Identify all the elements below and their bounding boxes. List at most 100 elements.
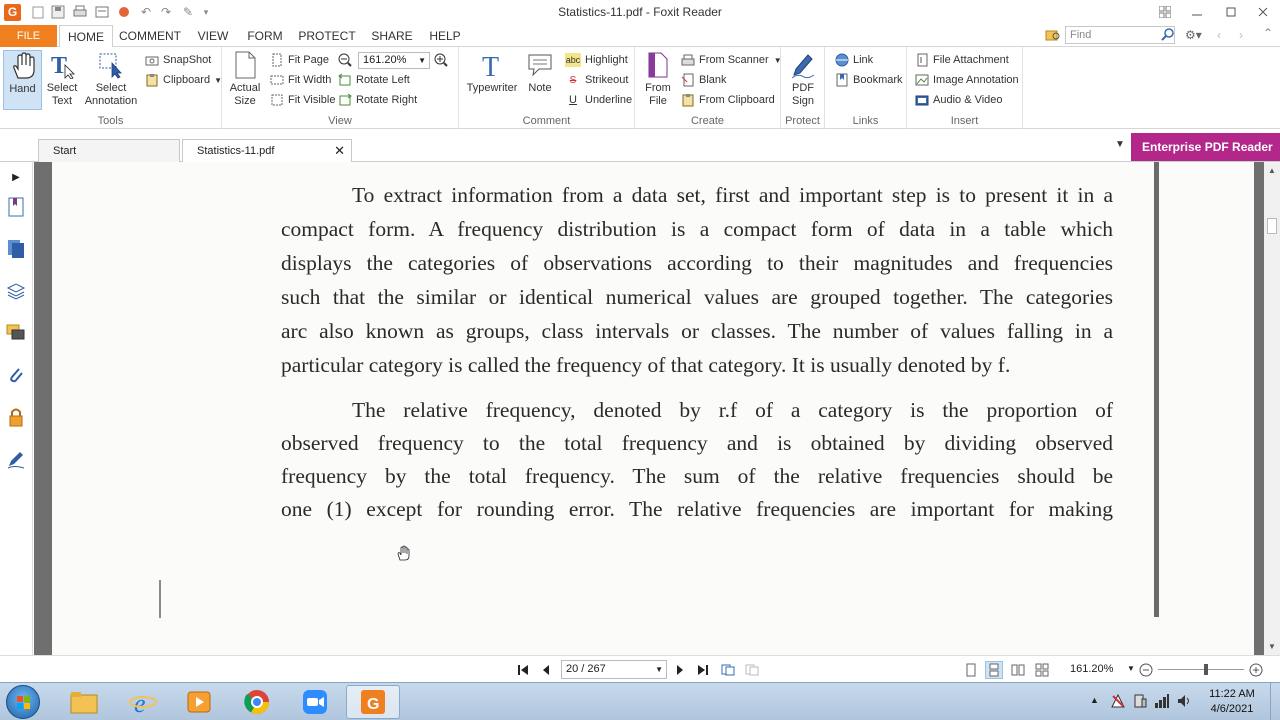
tab-start[interactable]: Start: [38, 139, 180, 162]
zoom-select[interactable]: 161.20% ▼: [358, 52, 430, 69]
settings-icon[interactable]: ⚙▾: [1185, 28, 1207, 42]
facing-view-icon[interactable]: [1009, 661, 1027, 679]
layout-icon[interactable]: [1150, 2, 1180, 22]
select-text-button[interactable]: T Select Text: [44, 50, 80, 108]
actual-size-button[interactable]: Actual Size: [228, 50, 262, 108]
taskbar-media-player[interactable]: [172, 685, 226, 719]
zoom-slider[interactable]: [1158, 669, 1244, 670]
link-button[interactable]: Link: [835, 51, 873, 69]
snapshot-button[interactable]: SnapShot: [145, 51, 211, 69]
from-scanner-button[interactable]: From Scanner ▼: [681, 51, 782, 69]
continuous-facing-view-icon[interactable]: [1033, 661, 1051, 679]
tab-list-dropdown-icon[interactable]: ▼: [1115, 139, 1125, 150]
zoom-in-status-icon[interactable]: [1247, 661, 1265, 679]
signature-panel-icon[interactable]: [5, 448, 27, 470]
tab-help[interactable]: HELP: [426, 25, 464, 47]
previous-view-icon[interactable]: [719, 661, 737, 679]
tab-home[interactable]: HOME: [59, 25, 113, 48]
fit-page-button[interactable]: Fit Page: [270, 51, 329, 69]
find-input[interactable]: Find: [1065, 26, 1175, 44]
blank-button[interactable]: Blank: [681, 71, 727, 89]
fit-visible-button[interactable]: Fit Visible: [270, 91, 335, 109]
search-icon[interactable]: [1161, 28, 1175, 42]
zoom-out-button[interactable]: [338, 51, 356, 69]
bookmarks-panel-icon[interactable]: [5, 196, 27, 218]
next-page-icon[interactable]: [671, 661, 689, 679]
strikeout-button[interactable]: S Strikeout: [565, 71, 629, 89]
first-page-icon[interactable]: [514, 661, 532, 679]
page-number-input[interactable]: 20 / 267 ▼: [561, 660, 667, 679]
vertical-scrollbar[interactable]: ▲ ▼: [1264, 162, 1280, 655]
tab-current-document[interactable]: Statistics-11.pdf ✕: [182, 139, 352, 162]
taskbar-foxit-reader[interactable]: G: [346, 685, 400, 719]
close-button[interactable]: [1248, 2, 1278, 22]
tab-view[interactable]: VIEW: [191, 25, 235, 47]
audio-video-button[interactable]: Audio & Video: [915, 91, 1003, 109]
folder-search-icon[interactable]: [1045, 28, 1061, 42]
comments-panel-icon[interactable]: [5, 322, 27, 344]
security-lock-icon[interactable]: [5, 406, 27, 428]
taskbar-zoom[interactable]: [288, 685, 342, 719]
fit-width-button[interactable]: Fit Width: [270, 71, 331, 89]
system-clock[interactable]: 11:22 AM 4/6/2021: [1200, 687, 1264, 717]
scrollbar-thumb[interactable]: [1267, 218, 1277, 234]
maximize-button[interactable]: [1216, 2, 1246, 22]
zoom-menu-icon[interactable]: ▼: [1127, 664, 1135, 673]
document-viewport[interactable]: To extract information from a data set, …: [34, 162, 1264, 655]
rotate-right-button[interactable]: Rotate Right: [338, 91, 417, 109]
taskbar-chrome[interactable]: [230, 685, 284, 719]
layers-panel-icon[interactable]: [5, 280, 27, 302]
device-icon[interactable]: [1132, 693, 1148, 712]
zoom-out-status-icon[interactable]: [1137, 661, 1155, 679]
underline-label: Underline: [585, 94, 633, 106]
hand-cursor-icon: [396, 545, 410, 564]
minimize-button[interactable]: [1182, 2, 1212, 22]
tab-form[interactable]: FORM: [243, 25, 287, 47]
bookmark-button[interactable]: Bookmark: [835, 71, 903, 89]
scroll-down-icon[interactable]: ▼: [1268, 642, 1276, 651]
expand-panel-icon[interactable]: ▶: [5, 166, 27, 188]
from-file-button[interactable]: From File: [643, 50, 673, 108]
highlight-button[interactable]: abc Highlight: [565, 51, 628, 69]
previous-page-icon[interactable]: [537, 661, 555, 679]
start-button[interactable]: [6, 685, 40, 719]
attachments-panel-icon[interactable]: [5, 364, 27, 386]
underline-button[interactable]: U Underline: [565, 91, 632, 109]
show-desktop-button[interactable]: [1270, 683, 1280, 720]
pages-panel-icon[interactable]: [5, 238, 27, 260]
show-hidden-icons[interactable]: ▲: [1090, 695, 1099, 705]
select-annotation-button[interactable]: Select Annotation: [84, 50, 138, 108]
pdf-sign-button[interactable]: PDF Sign: [784, 50, 822, 108]
tab-protect[interactable]: PROTECT: [297, 25, 357, 47]
hand-button[interactable]: Hand: [3, 50, 42, 110]
zoom-percentage[interactable]: 161.20%: [1070, 663, 1113, 675]
from-clipboard-button[interactable]: From Clipboard: [681, 91, 775, 109]
single-page-view-icon[interactable]: [962, 661, 980, 679]
network-icon[interactable]: [1154, 693, 1170, 712]
prev-result-icon[interactable]: ‹: [1217, 28, 1231, 42]
document-tab-bar: Start Statistics-11.pdf ✕ ▼: [0, 129, 1280, 162]
rotate-left-button[interactable]: Rotate Left: [338, 71, 410, 89]
tab-comment[interactable]: COMMENT: [117, 25, 183, 47]
next-view-icon[interactable]: [743, 661, 761, 679]
zoom-in-button[interactable]: [434, 51, 452, 69]
note-button[interactable]: Note: [525, 50, 555, 95]
file-attachment-button[interactable]: File Attachment: [915, 51, 1009, 69]
collapse-ribbon-icon[interactable]: ⌃: [1263, 26, 1277, 40]
typewriter-button[interactable]: T Typewriter: [467, 50, 518, 95]
tab-share[interactable]: SHARE: [368, 25, 416, 47]
clipboard-button[interactable]: Clipboard ▼: [145, 71, 222, 89]
close-tab-icon[interactable]: ✕: [334, 140, 345, 162]
continuous-view-icon[interactable]: [985, 661, 1003, 679]
next-result-icon[interactable]: ›: [1239, 28, 1253, 42]
tab-file[interactable]: FILE: [0, 25, 57, 47]
volume-icon[interactable]: [1176, 693, 1192, 712]
taskbar-explorer[interactable]: [57, 685, 111, 719]
last-page-icon[interactable]: [694, 661, 712, 679]
enterprise-reader-banner[interactable]: Enterprise PDF Reader: [1131, 133, 1280, 161]
zoom-slider-thumb[interactable]: [1204, 664, 1208, 675]
image-annotation-button[interactable]: Image Annotation: [915, 71, 1019, 89]
action-center-icon[interactable]: [1110, 693, 1126, 712]
scroll-up-icon[interactable]: ▲: [1268, 166, 1276, 175]
taskbar-internet-explorer[interactable]: e: [116, 685, 170, 719]
